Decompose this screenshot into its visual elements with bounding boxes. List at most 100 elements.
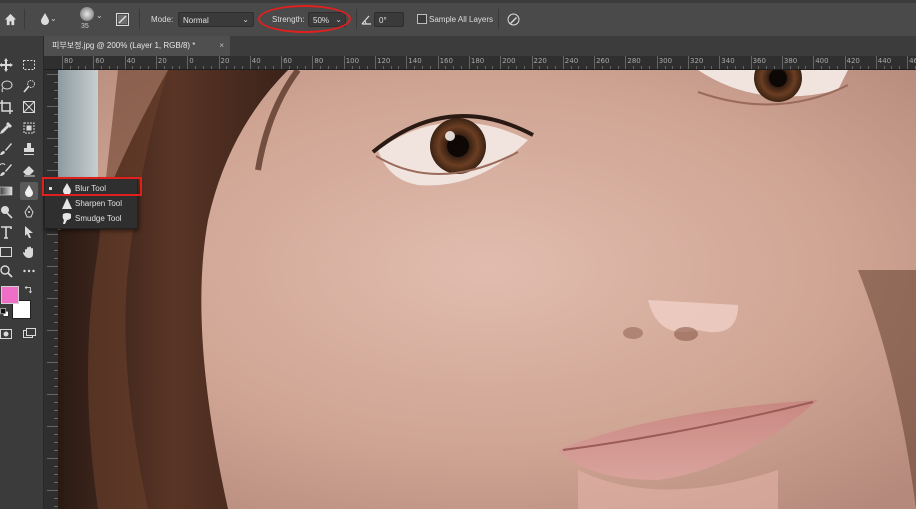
swap-arrows-icon — [24, 285, 32, 293]
eraser-tool[interactable] — [20, 161, 38, 179]
ruler-label: 100 — [345, 57, 360, 65]
ruler-label: 40 — [251, 57, 261, 65]
foreground-color-swatch[interactable] — [1, 286, 19, 304]
close-tab-icon[interactable]: × — [219, 36, 224, 56]
ruler-tick — [47, 394, 58, 395]
spot-healing-tool[interactable] — [20, 119, 38, 137]
ruler-major-tick — [625, 56, 627, 69]
separator — [498, 9, 499, 29]
frame-tool[interactable] — [20, 98, 38, 116]
pressure-button[interactable] — [505, 11, 521, 27]
ruler-major-tick — [500, 56, 502, 69]
sample-all-layers-label[interactable]: Sample All Layers — [429, 15, 493, 24]
hand-tool[interactable] — [20, 243, 38, 261]
separator — [139, 9, 140, 29]
lasso-tool[interactable] — [0, 77, 15, 95]
ruler-major-tick — [406, 56, 408, 69]
ruler-label: 0 — [189, 57, 194, 65]
ruler-major-tick — [562, 56, 564, 69]
chevron-down-icon: ⌄ — [242, 15, 249, 24]
clone-stamp-tool[interactable] — [20, 140, 38, 158]
mode-dropdown[interactable]: Normal ⌄ — [178, 12, 254, 27]
history-brush-tool[interactable] — [0, 161, 15, 179]
ruler-label: 180 — [470, 57, 485, 65]
ruler-label: 400 — [815, 57, 829, 65]
chevron-down-icon: ⌄ — [96, 11, 103, 20]
frame-icon — [23, 101, 35, 113]
gradient-tool[interactable] — [0, 182, 15, 200]
stamp-icon — [24, 143, 34, 155]
quick-selection-tool[interactable] — [20, 77, 38, 95]
ruler-major-tick — [249, 56, 251, 69]
type-tool[interactable] — [0, 223, 15, 241]
home-button[interactable] — [2, 11, 18, 27]
path-selection-tool[interactable] — [20, 223, 38, 241]
ruler-major-tick — [93, 56, 95, 69]
ruler-tick — [47, 74, 58, 75]
ruler-label: 420 — [846, 57, 860, 65]
rectangle-marquee-icon — [23, 60, 35, 70]
document-title: 피부보정.jpg @ 200% (Layer 1, RGB/8) * — [52, 41, 196, 50]
move-icon — [0, 58, 13, 72]
ruler-major-tick — [594, 56, 596, 69]
angle-value: 0° — [379, 16, 387, 25]
flyout-item-smudge-tool[interactable]: Smudge Tool — [45, 211, 137, 226]
quick-mask-button[interactable] — [0, 325, 15, 343]
ruler-label: 240 — [564, 57, 579, 65]
ruler-major-tick — [312, 56, 314, 69]
flyout-item-sharpen-tool[interactable]: Sharpen Tool — [45, 196, 137, 211]
brush-settings-button[interactable] — [114, 11, 130, 27]
move-tool[interactable] — [0, 56, 15, 74]
default-colors-button[interactable] — [0, 306, 10, 318]
angle-field[interactable]: 0° — [374, 12, 404, 27]
blur-tool-highlight-box — [42, 177, 142, 196]
quick-selection-icon — [23, 80, 35, 93]
portrait-photo — [58, 70, 916, 509]
default-colors-icon — [0, 307, 9, 317]
brush-tool[interactable] — [0, 140, 15, 158]
image-canvas[interactable] — [58, 70, 916, 509]
crop-tool[interactable] — [0, 98, 15, 116]
ruler-label: 340 — [721, 57, 735, 65]
ruler-label: 140 — [408, 57, 422, 65]
pen-tool[interactable] — [20, 203, 38, 221]
marquee-tool[interactable] — [20, 56, 38, 74]
ruler-label: 80 — [64, 57, 73, 65]
zoom-tool[interactable] — [0, 262, 15, 280]
ruler-label: 300 — [658, 57, 673, 65]
ruler-label: 40 — [126, 57, 136, 65]
dodge-tool[interactable] — [0, 203, 15, 221]
home-icon — [4, 13, 16, 25]
ruler-tick — [47, 266, 58, 267]
tool-preset-picker[interactable]: ⌄ — [32, 11, 58, 27]
more-tools-button[interactable] — [20, 262, 38, 280]
ruler-tick — [47, 458, 58, 459]
brush-preset-picker[interactable]: 35 ⌄ — [74, 5, 104, 33]
mode-value: Normal — [183, 16, 209, 25]
quick-mask-icon — [0, 329, 12, 339]
swap-colors-button[interactable] — [22, 283, 34, 295]
ruler-major-tick — [437, 56, 439, 69]
ruler-major-tick — [875, 56, 877, 69]
lasso-icon — [1, 80, 13, 93]
screen-mode-icon — [23, 328, 36, 338]
zoom-icon — [0, 265, 13, 278]
ruler-label: 260 — [596, 57, 610, 65]
ruler-label: 440 — [877, 57, 892, 65]
document-tab[interactable]: 피부보정.jpg @ 200% (Layer 1, RGB/8) * × — [44, 36, 230, 56]
eyedropper-tool[interactable] — [0, 119, 15, 137]
hand-icon — [23, 246, 33, 258]
rectangle-icon — [0, 247, 12, 257]
strength-highlight-circle — [258, 5, 351, 33]
angle-icon-wrap — [360, 12, 372, 26]
ruler-label: 160 — [439, 57, 453, 65]
rectangle-tool[interactable] — [0, 243, 15, 261]
ruler-major-tick — [187, 56, 189, 69]
brush-settings-icon — [115, 12, 129, 26]
ruler-major-tick — [907, 56, 909, 69]
ruler-major-tick — [468, 56, 470, 69]
sample-all-layers-checkbox[interactable] — [417, 14, 427, 24]
blur-tool[interactable] — [20, 182, 38, 200]
ruler-label: 360 — [752, 57, 766, 65]
screen-mode-button[interactable] — [20, 325, 38, 343]
